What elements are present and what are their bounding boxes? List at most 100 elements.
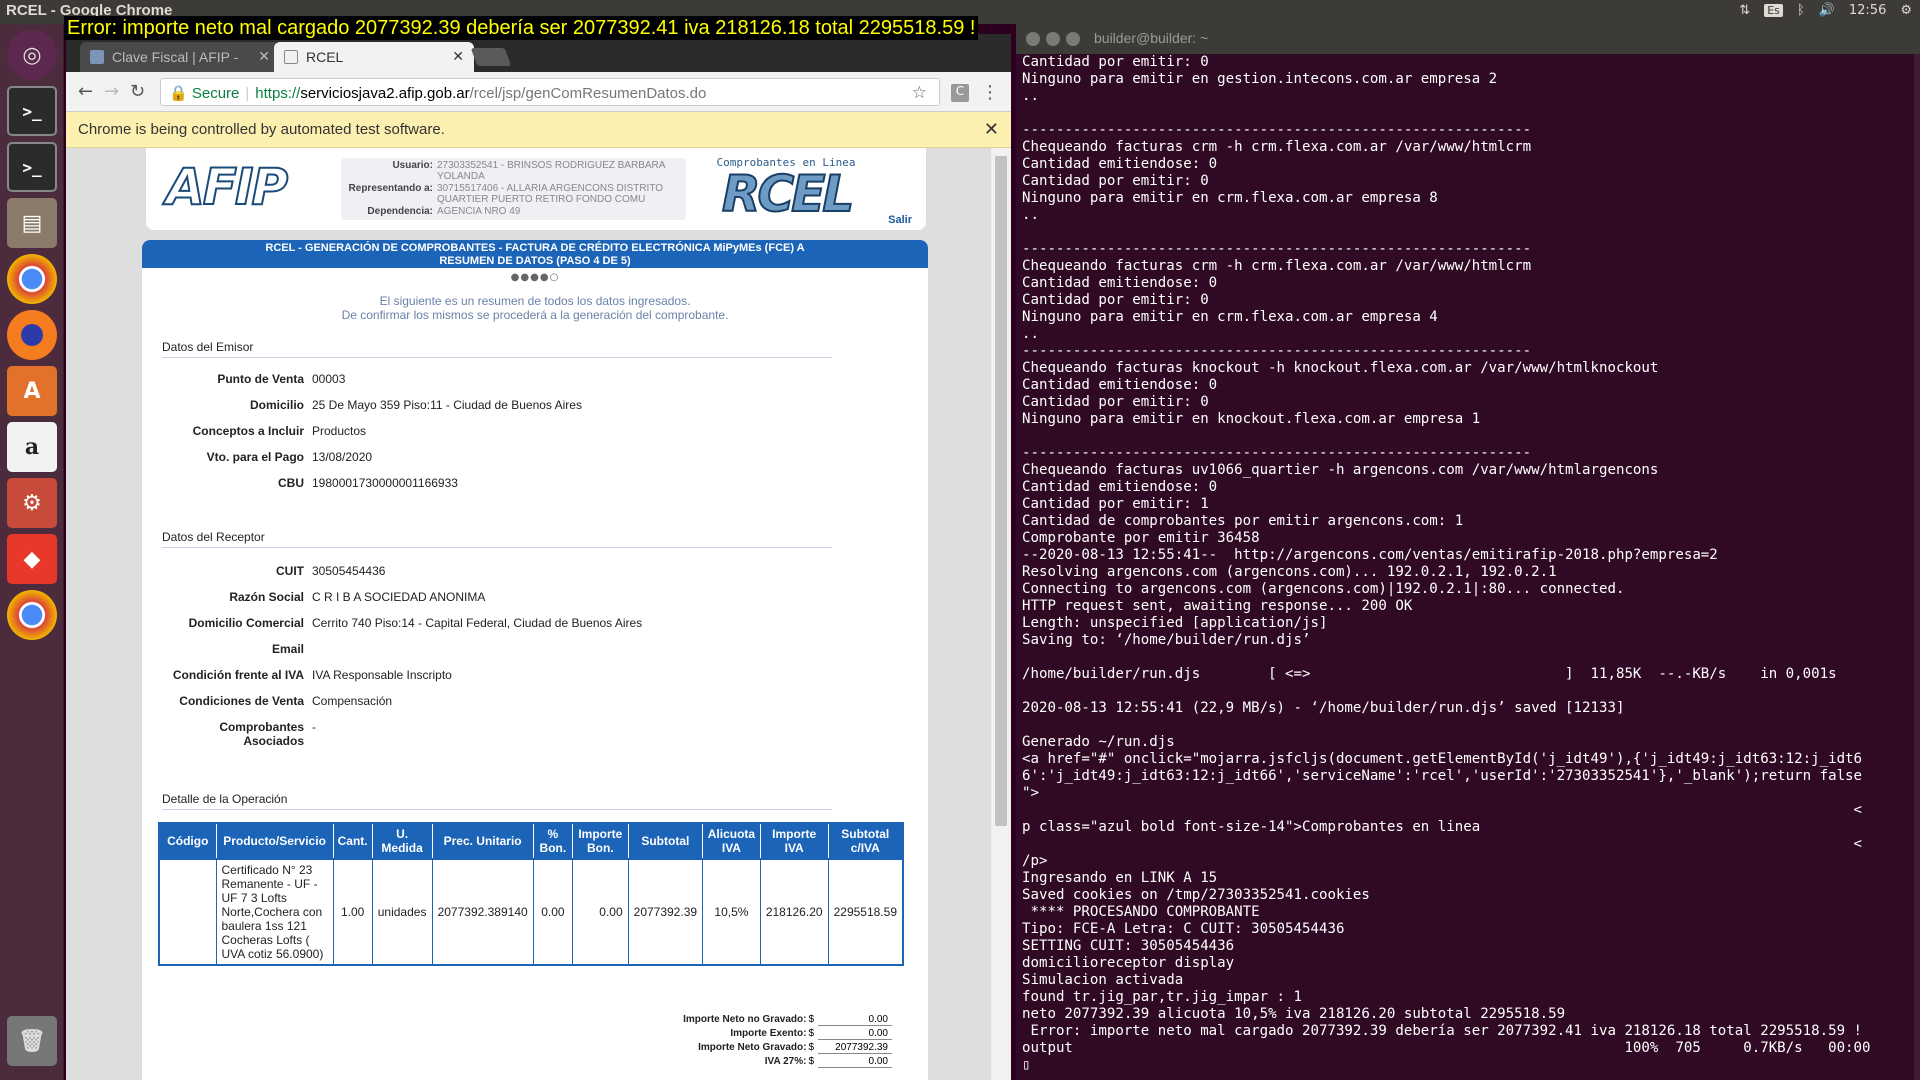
field-value: - [312, 720, 316, 734]
page-scrollbar[interactable] [990, 148, 1011, 1080]
tab-clave-fiscal[interactable]: Clave Fiscal | AFIP - ✕ [80, 42, 280, 72]
chrome-toolbar: ← → ↻ 🔒 Secure | https://serviciosjava2.af… [66, 72, 1011, 112]
reload-icon[interactable]: ↻ [130, 81, 145, 102]
settings-icon[interactable]: ⚙ [7, 478, 57, 528]
close-icon[interactable]: ✕ [452, 48, 464, 65]
chrome-icon[interactable] [7, 590, 57, 640]
logout-link[interactable]: Salir [888, 214, 912, 226]
terminal-line: < [1022, 836, 1863, 852]
total-label: IVA 27%: [764, 1056, 807, 1067]
terminal-icon[interactable]: >_ [7, 86, 57, 136]
chrome-icon[interactable] [7, 254, 57, 304]
field-label: Comprobantes Asociados [219, 720, 304, 748]
maximize-icon[interactable] [1066, 32, 1080, 46]
terminal-scrollbar[interactable] [1914, 54, 1920, 1080]
scrollbar-thumb[interactable] [995, 156, 1007, 826]
field-value: 1980001730000001166933 [312, 476, 458, 490]
field-value: 30505454436 [312, 564, 386, 578]
currency-symbol: $ [808, 1014, 814, 1025]
gear-icon[interactable]: ⚙ [1900, 3, 1912, 18]
representing-key: Representando a: [348, 183, 433, 194]
terminal-line: Tipo: FCE-A Letra: C CUIT: 30505454436 [1022, 921, 1345, 937]
field-value [312, 642, 862, 656]
terminal-icon[interactable]: >_ [7, 142, 57, 192]
terminal-line: **** PROCESANDO COMPROBANTE [1022, 904, 1260, 920]
field-label: Condición frente al IVA [172, 668, 304, 682]
terminal-line: Cantidad por emitir: 0 [1022, 54, 1209, 70]
bluetooth-icon[interactable]: ᛒ [1797, 3, 1805, 18]
intro-text: El siguiente es un resumen de todos los … [142, 294, 928, 322]
emisor-row: Vto. para el Pago 13/08/2020 [162, 450, 862, 464]
address-bar[interactable]: 🔒 Secure | https://serviciosjava2.afip.gob… [160, 78, 940, 106]
terminal-line: Length: unspecified [application/js] [1022, 615, 1328, 631]
trash-icon[interactable]: 🗑 [7, 1016, 57, 1066]
total-row: Importe Neto no Gravado: $0.00 [592, 1014, 892, 1026]
menu-icon[interactable]: ⋮ [981, 82, 999, 103]
terminal-output[interactable]: Cantidad por emitir: 0 Ninguno para emiti… [1022, 54, 1918, 1080]
field-value: Productos [312, 424, 367, 438]
cell-total: 2295518.59 [827, 858, 904, 966]
terminal-line: Generado ~/run.djs [1022, 734, 1175, 750]
error-banner: Error: importe neto mal cargado 2077392.… [64, 16, 979, 40]
dependencia-row: Dependencia: AGENCIA NRO 49 [345, 206, 682, 217]
field-label: CBU [278, 476, 304, 490]
terminal-line: Ninguno para emitir en crm.flexa.com.ar … [1022, 309, 1438, 325]
close-icon[interactable]: ✕ [984, 119, 999, 140]
col-header: Importe IVA [759, 822, 829, 860]
emisor-row: Punto de Venta 00003 [162, 372, 862, 386]
user-info-box: Usuario: 27303352541 - BRINSOS RODRIGUEZ … [341, 158, 686, 220]
keyboard-layout-indicator[interactable]: Es [1764, 4, 1783, 17]
emisor-row: CBU 1980001730000001166933 [162, 476, 862, 490]
receptor-row: Condiciones de Venta Compensación [162, 694, 862, 708]
terminal-title: builder@builder: ~ [1094, 30, 1209, 46]
receptor-row: Email [162, 642, 862, 656]
network-icon[interactable]: ⇅ [1739, 3, 1750, 18]
field-label: Condiciones de Venta [179, 694, 304, 708]
terminal-window: builder@builder: ~ Cantidad por emitir: … [1016, 24, 1920, 1080]
field-label: Punto de Venta [217, 372, 304, 386]
step-title: RCEL - GENERACIÓN DE COMPROBANTES - FACT… [265, 242, 805, 254]
terminal-line: Cantidad de comprobantes por emitir arge… [1022, 513, 1464, 529]
terminal-line: Cantidad por emitir: 0 [1022, 173, 1209, 189]
col-header: U. Medida [371, 822, 433, 860]
launcher-dock: ◎ >_ >_ ▤ A a ⚙ ◆ 🗑 [0, 24, 64, 1080]
field-value: 13/08/2020 [312, 450, 373, 464]
files-icon[interactable]: ▤ [7, 198, 57, 248]
minimize-icon[interactable] [1046, 32, 1060, 46]
software-center-icon[interactable]: A [7, 366, 57, 416]
close-icon[interactable]: ✕ [258, 48, 270, 65]
field-value: IVA Responsable Inscripto [312, 668, 452, 682]
star-icon[interactable]: ☆ [912, 83, 927, 103]
forward-icon[interactable]: → [104, 81, 119, 102]
receptor-row: CUIT 30505454436 [162, 564, 862, 578]
terminal-line: HTTP request sent, awaiting response... … [1022, 598, 1413, 614]
intro-line: De confirmar los mismos se procederá a l… [341, 308, 729, 322]
terminal-line: /home/builder/run.djs [ <=> ] 11,85K --.… [1022, 666, 1837, 682]
terminal-line: Chequeando facturas crm -h crm.flexa.com… [1022, 139, 1532, 155]
volume-icon[interactable]: 🔊 [1819, 3, 1835, 18]
field-value: Cerrito 740 Piso:14 - Capital Federal, C… [312, 616, 643, 630]
page-icon [284, 50, 298, 64]
firefox-icon[interactable] [7, 310, 57, 360]
back-icon[interactable]: ← [78, 81, 93, 102]
dash-icon[interactable]: ◎ [7, 30, 57, 80]
afip-logo: AFIP [165, 157, 289, 217]
cell-precio: 2077392.389140 [431, 858, 534, 966]
terminal-line: neto 2077392.39 alicuota 10,5% iva 21812… [1022, 1006, 1566, 1022]
tab-rcel[interactable]: RCEL ✕ [274, 42, 474, 72]
rcel-logo-text: RCEL [721, 165, 855, 223]
terminal-line: <a href="#" onclick="mojarra.jsfcljs(doc… [1022, 751, 1863, 767]
chrome-window: Clave Fiscal | AFIP - ✕ RCEL ✕ ← → ↻ 🔒 S… [66, 34, 1011, 1080]
new-tab-button[interactable] [470, 48, 512, 66]
total-label: Importe Neto no Gravado: [683, 1014, 807, 1025]
anydesk-icon[interactable]: ◆ [7, 534, 57, 584]
clock[interactable]: 12:56 [1849, 3, 1886, 18]
close-icon[interactable] [1026, 32, 1040, 46]
terminal-line: --2020-08-13 12:55:41-- http://argencons… [1022, 547, 1718, 563]
extension-icon[interactable]: C [951, 84, 969, 102]
amazon-icon[interactable]: a [7, 422, 57, 472]
terminal-line: ----------------------------------------… [1022, 445, 1532, 461]
field-label: Domicilio [249, 398, 304, 412]
